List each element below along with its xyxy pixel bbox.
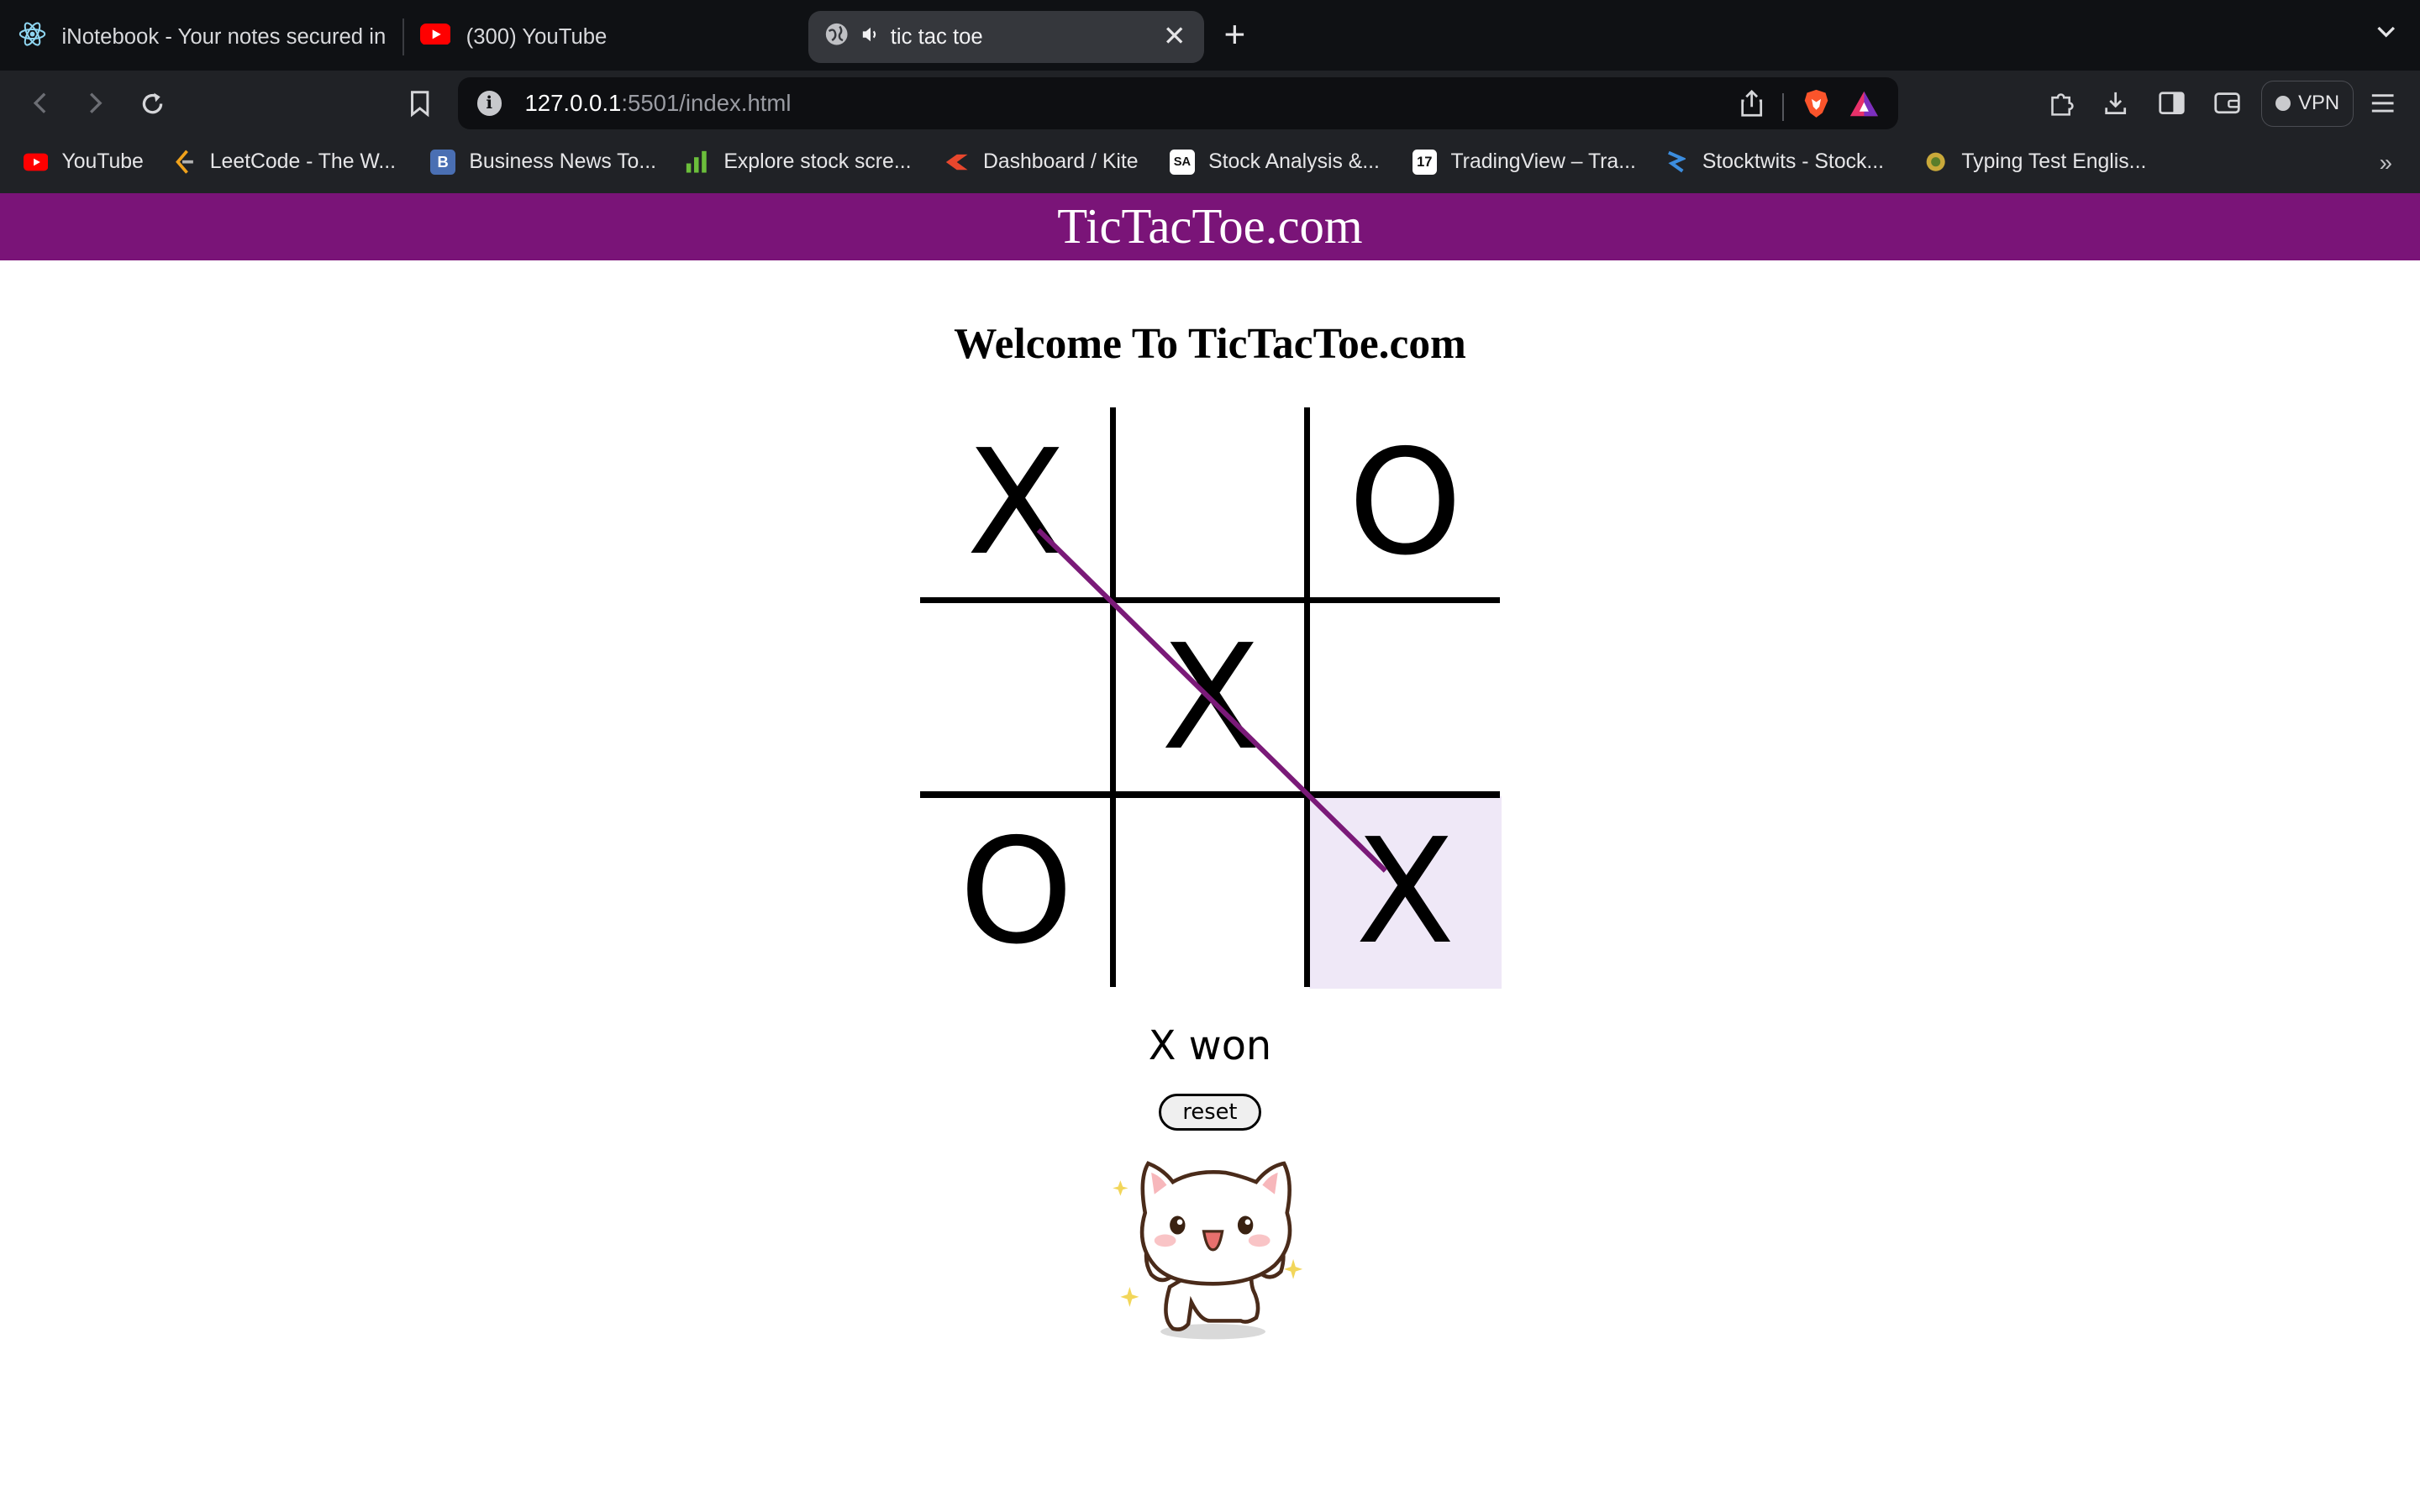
reload-icon[interactable] <box>136 87 170 120</box>
bookmark-label: TradingView – Tra... <box>1450 150 1636 173</box>
bookmark-label: LeetCode - The W... <box>209 150 397 173</box>
brave-shields-icon[interactable] <box>1802 88 1830 126</box>
tab-strip: iNotebook - Your notes secured in the cl… <box>0 0 2420 71</box>
hamburger-menu-icon[interactable] <box>2366 87 2400 120</box>
brave-rewards-icon[interactable] <box>1849 90 1880 124</box>
globe-icon <box>824 22 849 52</box>
site-info-icon[interactable]: i <box>476 91 502 116</box>
tab-title: iNotebook - Your notes secured in the cl… <box>61 24 387 49</box>
bookmark-stocktwits[interactable]: Stocktwits - Stock... <box>1664 150 1884 174</box>
youtube-icon <box>419 23 451 51</box>
address-bar[interactable]: i 127.0.0.1:5501/index.html <box>458 76 1899 130</box>
typing-test-icon <box>1923 150 1948 174</box>
extensions-puzzle-icon[interactable] <box>2045 87 2079 120</box>
speaker-icon[interactable] <box>861 25 880 50</box>
bookmark-label: Dashboard / Kite <box>982 150 1139 173</box>
sidebar-icon[interactable] <box>2154 87 2188 120</box>
bookmark-label: Explore stock scre... <box>723 150 912 173</box>
site-title: TicTacToe.com <box>1057 199 1363 255</box>
stocktwits-icon <box>1664 150 1688 174</box>
site-header: TicTacToe.com <box>0 192 2420 261</box>
bookmark-label: Stock Analysis &... <box>1208 150 1380 173</box>
bookmark-tradingview[interactable]: 17 TradingView – Tra... <box>1412 150 1636 175</box>
bookmark-youtube[interactable]: YouTube <box>23 150 144 174</box>
chevron-down-icon[interactable] <box>2374 18 2398 50</box>
board-cell-1[interactable] <box>1114 407 1307 601</box>
vpn-label: VPN <box>2298 92 2340 115</box>
youtube-icon <box>23 150 48 174</box>
bookmark-typing-test[interactable]: Typing Test Englis... <box>1923 150 2147 174</box>
vpn-status-dot <box>2275 95 2291 112</box>
tab-separator <box>402 18 405 56</box>
tab-inotebook[interactable]: iNotebook - Your notes secured in the cl… <box>18 11 386 63</box>
tab-youtube[interactable]: (300) YouTube <box>419 11 791 63</box>
grid-line-horizontal <box>919 596 1501 604</box>
board-cell-2[interactable]: O <box>1309 407 1502 601</box>
board-cell-6[interactable]: O <box>920 796 1113 990</box>
tab-tic-tac-toe[interactable]: tic tac toe ✕ <box>808 10 1204 64</box>
more-bookmarks-chevron-icon[interactable]: » <box>2380 150 2392 176</box>
url-text: 127.0.0.1:5501/index.html <box>524 89 792 116</box>
grid-line-vertical <box>1109 407 1116 988</box>
stock-analysis-icon: SA <box>1170 150 1195 175</box>
new-tab-plus-icon[interactable]: + <box>1224 15 1246 55</box>
wallet-icon[interactable] <box>2210 87 2244 120</box>
download-icon[interactable] <box>2099 87 2133 120</box>
board-cell-3[interactable] <box>920 601 1113 795</box>
bookmark-stock-screener[interactable]: Explore stock scre... <box>685 150 911 174</box>
react-icon <box>18 20 46 54</box>
bookmark-label: Stocktwits - Stock... <box>1702 150 1885 173</box>
forward-arrow-icon[interactable] <box>79 87 113 120</box>
welcome-heading: Welcome To TicTacToe.com <box>954 320 1466 369</box>
game-status-text: X won <box>1148 1022 1272 1069</box>
tab-title: tic tac toe <box>890 24 983 49</box>
bookmark-label: YouTube <box>61 150 144 173</box>
close-tab-icon[interactable]: ✕ <box>1158 20 1192 54</box>
bookmark-stock-analysis[interactable]: SA Stock Analysis &... <box>1170 150 1380 175</box>
divider <box>1782 92 1785 121</box>
celebrating-cat-image <box>1105 1145 1312 1346</box>
bookmark-icon[interactable] <box>402 87 436 120</box>
share-icon[interactable] <box>1739 89 1764 124</box>
grid-line-vertical <box>1304 407 1311 988</box>
browser-toolbar: i 127.0.0.1:5501/index.html VPN <box>0 71 2420 136</box>
back-arrow-icon[interactable] <box>24 87 57 120</box>
board-cell-7[interactable] <box>1114 796 1307 990</box>
bookmark-leetcode[interactable]: LeetCode - The W... <box>171 150 396 174</box>
reset-button[interactable]: reset <box>1159 1094 1261 1131</box>
tab-title: (300) YouTube <box>466 24 608 49</box>
bookmarks-bar: YouTube LeetCode - The W... B Business N… <box>0 135 2420 193</box>
bookmark-label: Typing Test Englis... <box>1961 150 2147 173</box>
tradingview-icon: 17 <box>1412 150 1437 175</box>
bookmark-business-news[interactable]: B Business News To... <box>430 150 656 175</box>
bookmark-kite[interactable]: Dashboard / Kite <box>944 150 1139 174</box>
bar-chart-icon <box>685 150 709 174</box>
leetcode-icon <box>171 150 196 174</box>
board-cell-5[interactable] <box>1309 601 1502 795</box>
grid-line-horizontal <box>919 791 1501 798</box>
vpn-button[interactable]: VPN <box>2260 80 2354 127</box>
kite-icon <box>944 150 969 174</box>
business-news-icon: B <box>430 150 455 175</box>
bookmark-label: Business News To... <box>469 150 656 173</box>
